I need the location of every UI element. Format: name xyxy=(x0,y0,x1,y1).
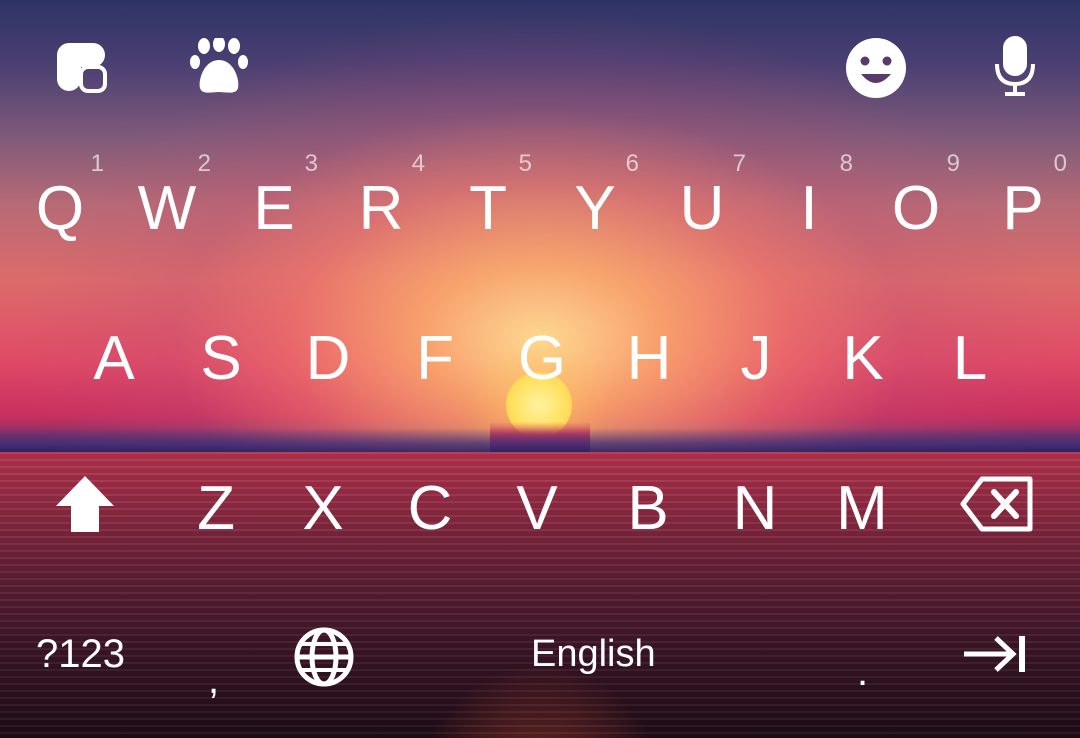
key-h[interactable]: H xyxy=(595,300,703,410)
key-e[interactable]: 3 E xyxy=(220,150,328,260)
key-c[interactable]: C xyxy=(376,452,484,562)
microphone-icon[interactable] xyxy=(994,34,1036,98)
key-k[interactable]: K xyxy=(809,300,917,410)
paw-icon[interactable] xyxy=(190,38,248,96)
key-label: J xyxy=(740,324,772,393)
key-p[interactable]: 0 P xyxy=(969,150,1077,260)
key-n[interactable]: N xyxy=(701,452,809,562)
key-hint: 4 xyxy=(411,150,425,177)
space-bar[interactable]: English xyxy=(531,634,656,674)
globe-icon[interactable] xyxy=(293,626,355,688)
key-label: C xyxy=(407,474,453,543)
key-hint: 6 xyxy=(625,150,639,177)
key-hint: 3 xyxy=(304,150,318,177)
key-label: S xyxy=(200,324,242,393)
key-hint: 2 xyxy=(197,150,211,177)
key-hint: 9 xyxy=(946,150,960,177)
period-key[interactable]: . xyxy=(857,652,868,692)
symbols-key[interactable]: ?123 xyxy=(36,634,125,674)
key-label: K xyxy=(842,324,884,393)
key-label: O xyxy=(891,174,941,243)
key-label: E xyxy=(253,174,295,243)
key-u[interactable]: 7 U xyxy=(648,150,756,260)
key-label: L xyxy=(952,324,988,393)
key-t[interactable]: 5 T xyxy=(434,150,542,260)
key-g[interactable]: G xyxy=(488,300,596,410)
key-r[interactable]: 4 R xyxy=(327,150,435,260)
key-label: H xyxy=(626,324,672,393)
key-hint: 5 xyxy=(518,150,532,177)
key-m[interactable]: M xyxy=(808,452,916,562)
key-label: N xyxy=(732,474,778,543)
clover-icon[interactable] xyxy=(50,36,112,98)
key-z[interactable]: Z xyxy=(162,452,270,562)
key-label: G xyxy=(517,324,567,393)
key-hint: 8 xyxy=(839,150,853,177)
key-label: V xyxy=(516,474,558,543)
key-x[interactable]: X xyxy=(269,452,377,562)
key-label: X xyxy=(302,474,344,543)
key-hint: 0 xyxy=(1053,150,1067,177)
key-label: W xyxy=(137,174,197,243)
key-label: A xyxy=(93,324,135,393)
key-a[interactable]: A xyxy=(60,300,168,410)
key-label: U xyxy=(679,174,725,243)
key-label: P xyxy=(1002,174,1044,243)
emoji-icon[interactable] xyxy=(844,36,908,100)
key-q[interactable]: 1 Q xyxy=(6,150,114,260)
comma-key[interactable]: , xyxy=(208,660,219,700)
key-b[interactable]: B xyxy=(594,452,702,562)
key-label: B xyxy=(627,474,669,543)
key-l[interactable]: L xyxy=(916,300,1024,410)
key-label: I xyxy=(800,174,818,243)
keyboard: 1 Q 2 W 3 E 4 R 5 T 6 Y 7 U 8 I 9 O 0 P … xyxy=(0,0,1080,738)
key-label: R xyxy=(358,174,404,243)
key-hint: 1 xyxy=(90,150,104,177)
key-label: Q xyxy=(35,174,85,243)
next-arrow-icon[interactable] xyxy=(962,634,1028,674)
key-i[interactable]: 8 I xyxy=(755,150,863,260)
key-v[interactable]: V xyxy=(483,452,591,562)
key-d[interactable]: D xyxy=(274,300,382,410)
shift-icon[interactable] xyxy=(54,474,116,536)
key-w[interactable]: 2 W xyxy=(113,150,221,260)
backspace-icon[interactable] xyxy=(960,476,1034,532)
key-o[interactable]: 9 O xyxy=(862,150,970,260)
key-f[interactable]: F xyxy=(381,300,489,410)
key-j[interactable]: J xyxy=(702,300,810,410)
key-s[interactable]: S xyxy=(167,300,275,410)
key-label: F xyxy=(416,324,454,393)
key-hint: 7 xyxy=(732,150,746,177)
key-label: D xyxy=(305,324,351,393)
key-y[interactable]: 6 Y xyxy=(541,150,649,260)
key-label: Y xyxy=(574,174,616,243)
key-label: Z xyxy=(197,474,235,543)
key-label: M xyxy=(836,474,888,543)
key-label: T xyxy=(469,174,507,243)
